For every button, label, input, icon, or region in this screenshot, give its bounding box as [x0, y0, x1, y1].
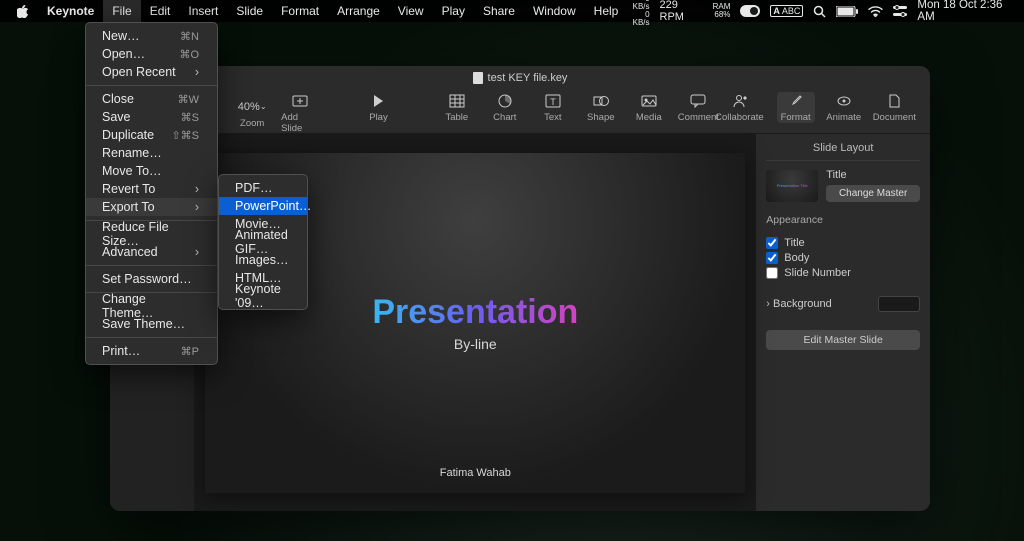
menu-edit[interactable]: Edit: [141, 0, 180, 22]
slide-author[interactable]: Fatima Wahab: [440, 467, 511, 479]
export-animated-gif[interactable]: Animated GIF…: [219, 233, 307, 251]
play-button[interactable]: Play: [359, 92, 397, 123]
export-powerpoint[interactable]: PowerPoint…: [219, 197, 307, 215]
file-close[interactable]: Close⌘W: [86, 90, 217, 108]
control-center-icon[interactable]: [893, 5, 907, 17]
fan-rpm: 229 RPM: [660, 0, 703, 23]
svg-text:T: T: [550, 97, 556, 107]
document-icon: [473, 72, 483, 84]
export-images[interactable]: Images…: [219, 251, 307, 269]
text-icon: T: [545, 92, 561, 110]
slide-title[interactable]: Presentation: [372, 293, 578, 332]
menubar: Keynote File Edit Insert Slide Format Ar…: [0, 0, 1024, 22]
export-submenu: PDF… PowerPoint… Movie… Animated GIF… Im…: [218, 174, 308, 310]
toggle-pill-icon[interactable]: [740, 5, 760, 17]
ram-usage: RAM68%: [713, 3, 731, 19]
toolbar: 40% ⌄ Zoom Add Slide Play Table: [110, 90, 930, 134]
play-icon: [371, 92, 385, 110]
menu-slide[interactable]: Slide: [227, 0, 272, 22]
master-name: Title: [826, 169, 920, 181]
zoom-control[interactable]: 40% ⌄ Zoom: [233, 92, 271, 134]
shape-icon: [593, 92, 609, 110]
menu-play[interactable]: Play: [433, 0, 474, 22]
menu-file[interactable]: File: [103, 0, 140, 22]
file-duplicate[interactable]: Duplicate⇧⌘S: [86, 126, 217, 144]
brush-icon: [789, 92, 803, 110]
apple-menu[interactable]: [8, 0, 38, 22]
add-slide-button[interactable]: Add Slide: [281, 92, 319, 134]
battery-icon[interactable]: [836, 6, 858, 17]
file-print[interactable]: Print…⌘P: [86, 342, 217, 360]
apple-icon: [17, 5, 29, 18]
animate-tab[interactable]: Animate: [825, 92, 863, 123]
comment-icon: [690, 92, 706, 110]
change-master-button[interactable]: Change Master: [826, 185, 920, 202]
file-export-to[interactable]: Export To›: [86, 198, 217, 216]
checkbox-body[interactable]: Body: [766, 252, 920, 264]
titlebar: test KEY file.key: [110, 66, 930, 90]
menu-arrange[interactable]: Arrange: [328, 0, 389, 22]
file-change-theme[interactable]: Change Theme…: [86, 297, 217, 315]
document-title: test KEY file.key: [488, 72, 568, 84]
chevron-right-icon: ›: [195, 245, 199, 259]
slide-byline[interactable]: By-line: [454, 336, 497, 352]
file-revert-to[interactable]: Revert To›: [86, 180, 217, 198]
export-pdf[interactable]: PDF…: [219, 179, 307, 197]
background-swatch[interactable]: [878, 296, 920, 312]
file-menu: New…⌘N Open…⌘O Open Recent› Close⌘W Save…: [85, 22, 218, 365]
chevron-right-icon: ›: [195, 182, 199, 196]
menu-insert[interactable]: Insert: [179, 0, 227, 22]
document-tab-icon: [888, 92, 900, 110]
inspector-header: Slide Layout: [766, 140, 920, 161]
collaborate-button[interactable]: Collaborate: [719, 92, 760, 123]
chevron-right-icon: ›: [766, 298, 770, 310]
chart-button[interactable]: Chart: [486, 92, 524, 123]
input-source[interactable]: AABC: [770, 5, 803, 17]
collaborate-icon: [730, 92, 748, 110]
appearance-label: Appearance: [766, 214, 920, 226]
background-disclosure[interactable]: › Background: [766, 298, 831, 310]
animate-icon: [836, 92, 852, 110]
file-new[interactable]: New…⌘N: [86, 27, 217, 45]
file-open[interactable]: Open…⌘O: [86, 45, 217, 63]
checkbox-title[interactable]: Title: [766, 237, 920, 249]
file-advanced[interactable]: Advanced›: [86, 243, 217, 261]
net-usage: 0 KB/s0 KB/s: [627, 0, 649, 27]
text-button[interactable]: T Text: [534, 92, 572, 123]
app-name[interactable]: Keynote: [38, 0, 103, 22]
menu-help[interactable]: Help: [585, 0, 628, 22]
file-move-to[interactable]: Move To…: [86, 162, 217, 180]
table-button[interactable]: Table: [438, 92, 476, 123]
inspector: Slide Layout Presentation Title Title Ch…: [755, 134, 930, 511]
menu-share[interactable]: Share: [474, 0, 524, 22]
file-open-recent[interactable]: Open Recent›: [86, 63, 217, 81]
comment-button[interactable]: Comment: [678, 92, 719, 123]
chevron-right-icon: ›: [195, 200, 199, 214]
media-button[interactable]: Media: [630, 92, 668, 123]
format-tab[interactable]: Format: [777, 92, 815, 123]
spotlight-icon[interactable]: [813, 5, 826, 18]
master-thumbnail[interactable]: Presentation Title: [766, 170, 818, 202]
checkbox-slide-number[interactable]: Slide Number: [766, 267, 920, 279]
file-rename[interactable]: Rename…: [86, 144, 217, 162]
file-save[interactable]: Save⌘S: [86, 108, 217, 126]
chart-icon: [497, 92, 513, 110]
plus-icon: [292, 92, 308, 110]
edit-master-button[interactable]: Edit Master Slide: [766, 330, 920, 350]
shape-button[interactable]: Shape: [582, 92, 620, 123]
table-icon: [449, 92, 465, 110]
chevron-down-icon: ⌄: [260, 102, 267, 111]
media-icon: [641, 92, 657, 110]
export-keynote09[interactable]: Keynote '09…: [219, 287, 307, 305]
clock[interactable]: Mon 18 Oct 2:36 AM: [917, 0, 1016, 23]
menu-window[interactable]: Window: [524, 0, 585, 22]
file-reduce-size[interactable]: Reduce File Size…: [86, 225, 217, 243]
menu-view[interactable]: View: [389, 0, 433, 22]
document-tab[interactable]: Document: [873, 92, 916, 123]
wifi-icon[interactable]: [868, 6, 883, 17]
file-set-password[interactable]: Set Password…: [86, 270, 217, 288]
menu-format[interactable]: Format: [272, 0, 328, 22]
chevron-right-icon: ›: [195, 65, 199, 79]
